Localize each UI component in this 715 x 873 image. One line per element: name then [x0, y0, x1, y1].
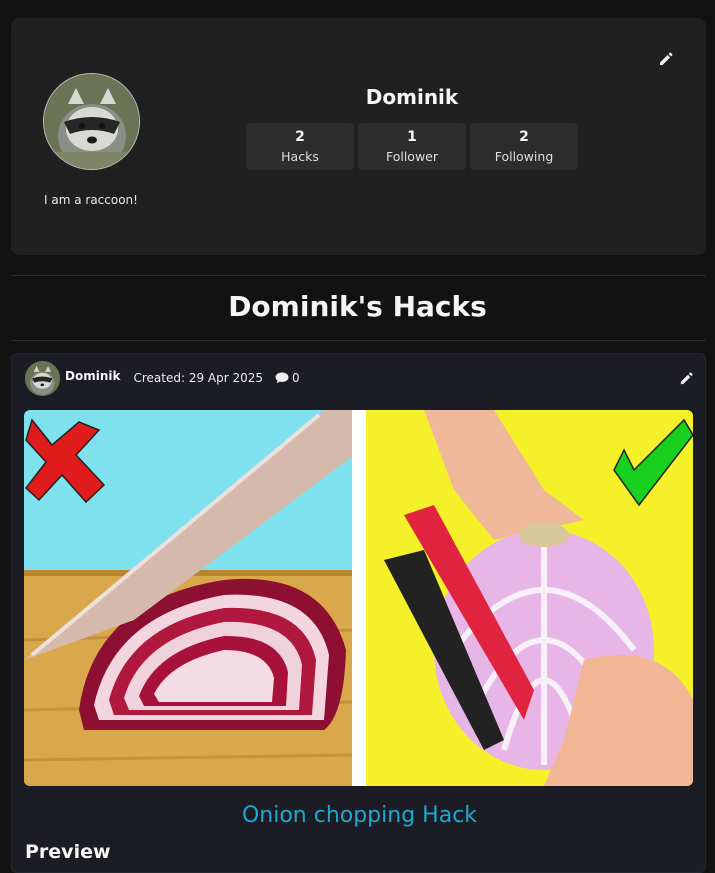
author-name[interactable]: Dominik: [65, 369, 120, 383]
stat-hacks[interactable]: 2 Hacks: [246, 123, 354, 170]
comment-icon: [275, 372, 289, 384]
profile-bio: I am a raccoon!: [44, 193, 138, 207]
raccoon-avatar-icon: [44, 74, 139, 169]
comment-count-value: 0: [292, 371, 300, 385]
hack-author-row: Dominik Created: 29 Apr 2025 0: [25, 360, 300, 396]
divider: [11, 340, 706, 341]
profile-card: I am a raccoon! Dominik 2 Hacks 1 Follow…: [11, 18, 706, 255]
comment-count[interactable]: 0: [275, 371, 300, 385]
divider: [11, 275, 706, 276]
hack-image[interactable]: [24, 410, 693, 786]
hack-title-link[interactable]: Onion chopping Hack: [12, 803, 707, 828]
raccoon-avatar-icon: [25, 360, 60, 396]
profile-avatar: [43, 73, 140, 170]
stat-label: Following: [494, 148, 554, 164]
stat-count: 2: [519, 128, 529, 145]
created-date: Created: 29 Apr 2025: [133, 371, 264, 385]
stat-count: 1: [407, 128, 417, 145]
edit-hack-button[interactable]: [679, 371, 697, 389]
preview-heading: Preview: [25, 841, 111, 863]
stat-label: Follower: [385, 148, 439, 164]
author-avatar[interactable]: [25, 360, 60, 396]
section-title: Dominik's Hacks: [228, 290, 487, 323]
profile-username: Dominik: [365, 85, 459, 109]
pencil-icon: [680, 372, 693, 385]
hack-card: Dominik Created: 29 Apr 2025 0 Onion cho…: [11, 353, 706, 873]
stat-label: Hacks: [281, 148, 319, 164]
profile-stats: 2 Hacks 1 Follower 2 Following: [246, 123, 578, 170]
onion-comparison-image: [24, 410, 693, 786]
stat-following[interactable]: 2 Following: [470, 123, 578, 170]
stat-followers[interactable]: 1 Follower: [358, 123, 466, 170]
pencil-icon: [660, 52, 673, 65]
stat-count: 2: [295, 128, 305, 145]
edit-profile-button[interactable]: [658, 51, 676, 69]
